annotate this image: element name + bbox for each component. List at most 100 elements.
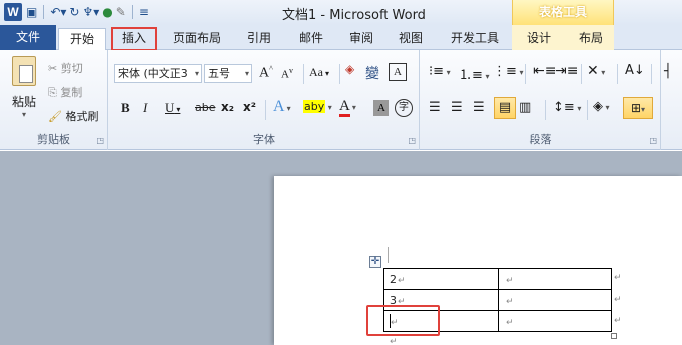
table-cell[interactable]: ↵ bbox=[498, 289, 612, 311]
save-icon[interactable]: ▣ bbox=[26, 3, 37, 21]
multilevel-list-button[interactable]: ⋮≡ ▾ bbox=[493, 64, 523, 79]
copy-button[interactable]: ⎘ 复制 bbox=[48, 84, 82, 100]
paste-button[interactable]: 粘贴 ▾ bbox=[6, 56, 42, 119]
font-size-combo[interactable]: 五号 ▾ bbox=[204, 64, 252, 83]
character-shading-button[interactable]: A bbox=[373, 100, 389, 116]
align-left-button[interactable]: ☰ bbox=[429, 100, 441, 115]
shading-button[interactable]: ◈ ▾ bbox=[593, 99, 610, 114]
superscript-button[interactable]: x² bbox=[243, 100, 256, 114]
center-button[interactable]: ☰ bbox=[451, 100, 463, 115]
dialog-launcher-icon[interactable]: ◳ bbox=[96, 136, 104, 145]
cell-text: 2 bbox=[390, 272, 397, 286]
styles-button[interactable]: ┤ bbox=[664, 64, 672, 79]
separator bbox=[581, 64, 582, 84]
sort-button[interactable]: A↓ bbox=[625, 63, 645, 78]
dialog-launcher-icon[interactable]: ◳ bbox=[408, 136, 416, 145]
chevron-down-icon: ▾ bbox=[194, 69, 199, 78]
align-left-icon: ☰ bbox=[429, 100, 441, 115]
edit-icon[interactable]: ✎ bbox=[116, 3, 126, 21]
copy-label: 复制 bbox=[60, 86, 83, 99]
table-cell[interactable]: 2↵ bbox=[383, 268, 499, 290]
clear-formatting-button[interactable]: ◈ bbox=[345, 62, 354, 76]
bold-button[interactable]: B bbox=[121, 100, 130, 116]
customize-icon[interactable]: ≡ bbox=[139, 3, 149, 21]
font-color-icon: A bbox=[339, 98, 350, 117]
tab-review[interactable]: 审阅 bbox=[340, 28, 382, 50]
separator bbox=[587, 100, 588, 120]
shrink-font-button[interactable]: Av bbox=[281, 66, 293, 81]
strikethrough-button[interactable]: abe bbox=[195, 101, 216, 114]
tab-page-layout[interactable]: 页面布局 bbox=[166, 28, 228, 50]
table-move-handle-icon[interactable]: ✛ bbox=[369, 256, 381, 268]
separator bbox=[303, 64, 304, 84]
text-effects-button[interactable]: A ▾ bbox=[273, 98, 291, 116]
table-cell[interactable]: ↵ bbox=[498, 268, 612, 290]
phonetic-guide-button[interactable]: 變 bbox=[365, 63, 379, 83]
copy-icon: ⎘ bbox=[48, 86, 57, 99]
line-spacing-icon: ↕≡ bbox=[553, 100, 575, 115]
undo-icon[interactable]: ↶▾ bbox=[50, 3, 66, 21]
enclose-characters-button[interactable]: 字 bbox=[395, 99, 413, 117]
row-end-mark: ↵ bbox=[614, 273, 622, 283]
increase-indent-button[interactable]: ⇥≡ bbox=[555, 63, 578, 79]
table-row: 2↵ ↵ bbox=[383, 268, 612, 290]
line-spacing-button[interactable]: ↕≡ ▾ bbox=[553, 100, 581, 115]
subscript-button[interactable]: x₂ bbox=[221, 100, 234, 114]
bullets-button[interactable]: ⁝≡ ▾ bbox=[429, 64, 451, 79]
font-color-button[interactable]: A ▾ bbox=[339, 98, 356, 117]
tab-references[interactable]: 引用 bbox=[238, 28, 280, 50]
chevron-down-icon: ▾ bbox=[244, 69, 249, 78]
change-case-button[interactable]: Aa ▾ bbox=[309, 65, 329, 80]
clipboard-group: 粘贴 ▾ ✂ 剪切 ⎘ 复制 🖌 格式刷 剪贴板 ◳ bbox=[0, 50, 108, 150]
format-painter-icon[interactable]: ♆▾ bbox=[82, 3, 99, 21]
decrease-indent-icon: ⇤≡ bbox=[533, 63, 557, 79]
tab-developer[interactable]: 开发工具 bbox=[444, 28, 506, 50]
underline-icon: U bbox=[165, 100, 175, 115]
highlight-button[interactable]: aby ▾ bbox=[303, 100, 332, 113]
clipboard-group-label: 剪贴板 bbox=[37, 133, 70, 146]
ribbon-tab-row: 文件 开始 插入 页面布局 引用 邮件 审阅 视图 开发工具 设计 布局 bbox=[0, 25, 682, 51]
italic-button[interactable]: I bbox=[143, 100, 147, 116]
margin-marker bbox=[388, 247, 389, 263]
tab-view[interactable]: 视图 bbox=[390, 28, 432, 50]
ribbon: 粘贴 ▾ ✂ 剪切 ⎘ 复制 🖌 格式刷 剪贴板 ◳ 宋体 (中文正3 ▾ 五号… bbox=[0, 50, 682, 150]
font-name-combo[interactable]: 宋体 (中文正3 ▾ bbox=[114, 64, 202, 83]
paragraph-mark: ↵ bbox=[506, 275, 514, 286]
tab-layout[interactable]: 布局 bbox=[570, 28, 612, 50]
align-right-icon: ☰ bbox=[473, 100, 485, 115]
tab-insert[interactable]: 插入 bbox=[111, 27, 157, 51]
decrease-indent-button[interactable]: ⇤≡ bbox=[533, 63, 556, 79]
character-border-button[interactable]: A bbox=[389, 63, 407, 81]
dialog-launcher-icon[interactable]: ◳ bbox=[649, 136, 657, 145]
underline-button[interactable]: U ▾ bbox=[165, 100, 180, 116]
text-effects-icon: A bbox=[273, 98, 285, 115]
grow-font-button[interactable]: A^ bbox=[259, 64, 273, 82]
paste-label: 粘贴 bbox=[11, 95, 36, 109]
justify-icon: ▤ bbox=[498, 100, 512, 115]
separator bbox=[525, 64, 526, 84]
tab-file[interactable]: 文件 bbox=[0, 25, 56, 50]
cut-button[interactable]: ✂ 剪切 bbox=[48, 60, 83, 76]
borders-button[interactable]: ⊞▾ bbox=[623, 97, 653, 119]
tab-design[interactable]: 设计 bbox=[518, 28, 560, 50]
tab-home[interactable]: 开始 bbox=[58, 28, 106, 51]
format-painter-button[interactable]: 🖌 格式刷 bbox=[48, 108, 98, 124]
tab-mailings[interactable]: 邮件 bbox=[290, 28, 332, 50]
bullets-icon: ⁝≡ bbox=[429, 64, 445, 79]
chevron-down-icon: ▾ bbox=[21, 110, 26, 119]
redo-icon[interactable]: ↻ bbox=[69, 3, 79, 21]
font-size-value: 五号 bbox=[208, 67, 230, 80]
styles-icon: ┤ bbox=[664, 64, 672, 79]
paragraph-mark: ↵ bbox=[506, 296, 514, 307]
title-bar: W ▣ ↶▾ ↻ ♆▾ ● ✎ ≡ 文档1 - Microsoft Word 表… bbox=[0, 0, 682, 25]
justify-button[interactable]: ▤ bbox=[494, 97, 516, 119]
numbering-button[interactable]: ⒈≡ ▾ bbox=[459, 64, 489, 83]
distributed-button[interactable]: ▥ bbox=[519, 100, 531, 115]
color-icon[interactable]: ● bbox=[102, 3, 112, 21]
table-cell[interactable]: ↵ bbox=[498, 310, 612, 332]
table-resize-handle[interactable] bbox=[611, 333, 617, 339]
separator bbox=[651, 64, 652, 84]
align-right-button[interactable]: ☰ bbox=[473, 100, 485, 115]
word-app-icon[interactable]: W bbox=[4, 3, 22, 21]
chinese-layout-button[interactable]: ✕ ▾ bbox=[587, 63, 605, 79]
